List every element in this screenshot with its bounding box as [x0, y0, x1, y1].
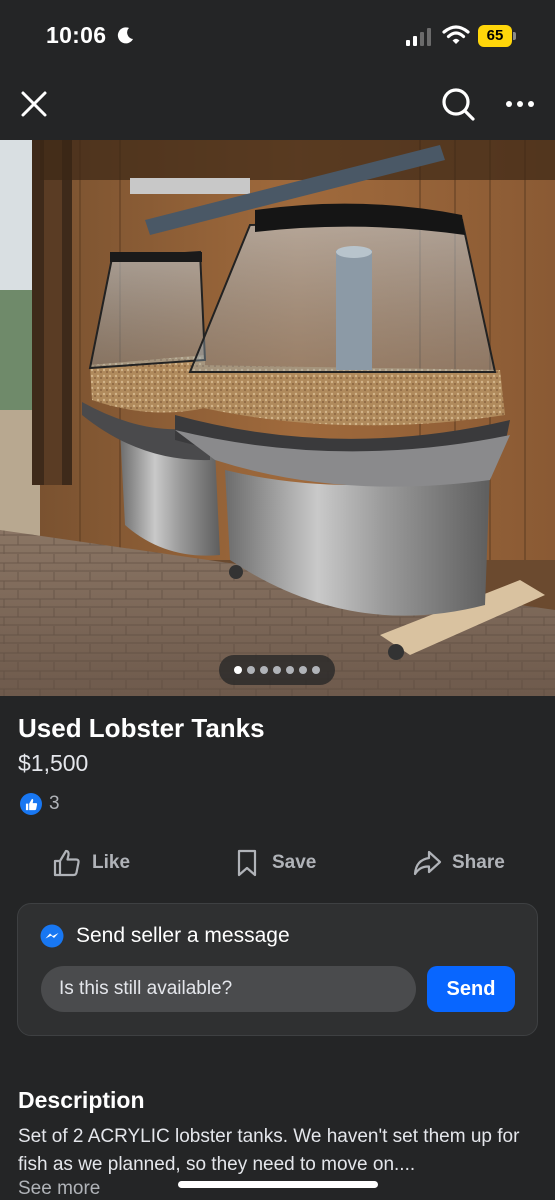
status-time: 10:06 [46, 22, 107, 48]
listing-price: $1,500 [18, 750, 89, 776]
photo-carousel-indicator[interactable] [219, 655, 335, 685]
reaction-count: 3 [49, 793, 60, 814]
thumbs-up-outline-icon [53, 849, 80, 877]
see-more-link[interactable]: See more [18, 1178, 100, 1200]
bookmark-icon [237, 849, 257, 877]
carousel-dot[interactable] [234, 666, 242, 674]
description-heading: Description [18, 1087, 145, 1113]
signal-icon [406, 28, 431, 46]
home-indicator[interactable] [178, 1181, 378, 1188]
messenger-icon [40, 924, 64, 948]
battery-icon: 65 [478, 25, 516, 47]
save-label: Save [272, 852, 317, 873]
search-icon[interactable] [440, 86, 476, 122]
lobster-tanks-image [0, 140, 555, 696]
description-text: Set of 2 ACRYLIC lobster tanks. We haven… [18, 1126, 520, 1175]
send-button[interactable]: Send [427, 966, 515, 1012]
message-seller-box: Send seller a message Send [17, 903, 538, 1036]
carousel-dot[interactable] [299, 666, 307, 674]
carousel-dot[interactable] [273, 666, 281, 674]
thumbs-up-icon [20, 793, 42, 815]
carousel-dot[interactable] [260, 666, 268, 674]
carousel-dot[interactable] [286, 666, 294, 674]
like-button[interactable]: Like [52, 840, 130, 886]
message-input[interactable] [41, 966, 416, 1012]
share-label: Share [452, 852, 505, 873]
moon-icon [117, 27, 133, 44]
more-icon[interactable] [503, 94, 537, 114]
carousel-dot[interactable] [247, 666, 255, 674]
message-header: Send seller a message [40, 924, 290, 948]
carousel-dot[interactable] [312, 666, 320, 674]
close-icon[interactable] [18, 88, 50, 120]
reactions[interactable]: 3 [20, 793, 60, 815]
action-row: Like Save Share [0, 840, 555, 886]
top-nav [0, 70, 555, 140]
like-label: Like [92, 852, 131, 873]
listing-photo[interactable] [0, 140, 555, 696]
status-bar: 10:06 65 [0, 0, 555, 70]
save-button[interactable]: Save [232, 840, 316, 886]
share-icon [413, 850, 442, 876]
wifi-icon [442, 25, 470, 44]
listing-title: Used Lobster Tanks [18, 713, 265, 743]
battery-level: 65 [478, 25, 512, 47]
share-button[interactable]: Share [412, 840, 505, 886]
message-header-text: Send seller a message [76, 924, 290, 947]
